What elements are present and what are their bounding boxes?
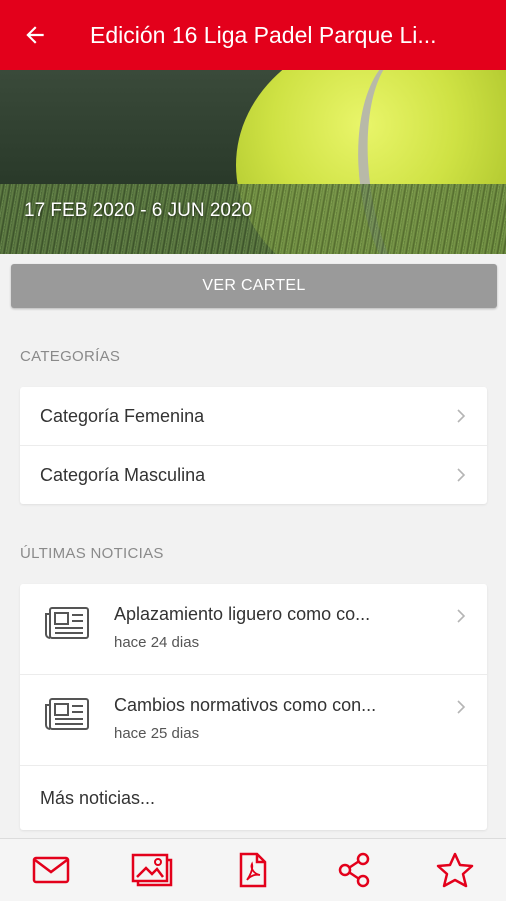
news-time: hace 25 dias [114,725,200,742]
chevron-right-icon [457,700,466,714]
favorite-button[interactable] [430,845,480,895]
gallery-icon [131,853,173,887]
category-item-masculina[interactable]: Categoría Masculina [20,446,487,504]
share-icon [338,852,370,888]
top-app-bar: Edición 16 Liga Padel Parque Li... [0,0,506,70]
newspaper-icon [45,698,89,730]
news-time: hace 24 dias [114,634,200,651]
news-title: Cambios normativos como con... [114,695,377,715]
gallery-button[interactable] [127,845,177,895]
news-item[interactable]: Cambios normativos como con... hace 25 d… [20,675,487,766]
news-item[interactable]: Aplazamiento liguero como co... hace 24 … [20,584,487,675]
hero-image: 17 FEB 2020 - 6 JUN 2020 [0,70,506,254]
news-section-title: ÚLTIMAS NOTICIAS [20,545,164,562]
category-label: Categoría Masculina [40,464,206,485]
chevron-right-icon [457,468,466,482]
back-button[interactable] [0,0,70,70]
share-button[interactable] [329,845,379,895]
pdf-icon [239,852,267,888]
mail-icon [32,856,69,884]
pdf-button[interactable] [228,845,278,895]
view-poster-button[interactable]: VER CARTEL [11,264,497,308]
categories-card: Categoría Femenina Categoría Masculina [20,387,487,504]
chevron-right-icon [457,609,466,623]
chevron-right-icon [457,409,466,423]
star-icon [437,852,474,888]
newspaper-icon [45,607,89,639]
bottom-action-bar [0,838,506,901]
page-title: Edición 16 Liga Padel Parque Li... [90,21,437,48]
arrow-left-icon [26,26,44,44]
event-dates: 17 FEB 2020 - 6 JUN 2020 [24,200,253,221]
news-card: Aplazamiento liguero como co... hace 24 … [20,584,487,830]
category-item-femenina[interactable]: Categoría Femenina [20,387,487,446]
mail-button[interactable] [26,845,76,895]
news-title: Aplazamiento liguero como co... [114,604,371,624]
categories-section-title: CATEGORÍAS [20,348,121,365]
more-news-link[interactable]: Más noticias... [20,766,487,830]
category-label: Categoría Femenina [40,405,205,426]
